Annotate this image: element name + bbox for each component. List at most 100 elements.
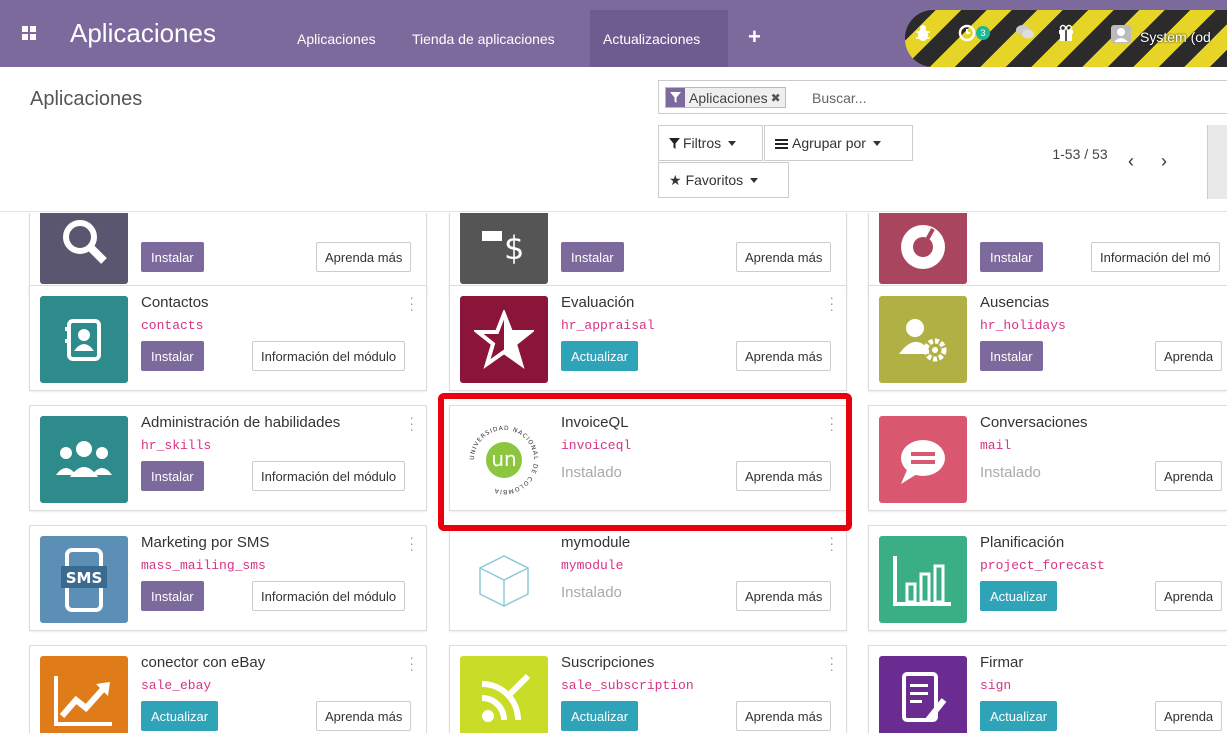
install-button[interactable]: Instalar	[980, 242, 1043, 272]
learn-more-button[interactable]: Aprenda	[1155, 341, 1223, 371]
app-root: Aplicaciones Aplicaciones Tienda de apli…	[0, 0, 1227, 733]
app-technical-name: sign	[980, 678, 1012, 693]
app-brand[interactable]: Aplicaciones	[70, 18, 216, 49]
installed-label: Instalado	[561, 584, 622, 601]
filters-label: Filtros	[683, 135, 722, 151]
update-button[interactable]: Actualizar	[561, 701, 639, 731]
user-gear-icon	[879, 296, 967, 383]
pager-prev-icon[interactable]: ‹	[1128, 151, 1134, 172]
breadcrumb-title: Aplicaciones	[30, 88, 143, 110]
bar-chart-icon	[879, 536, 967, 623]
search-bar[interactable]: Aplicaciones ✖	[658, 80, 1227, 114]
install-button[interactable]: Instalar	[561, 242, 624, 272]
app-card[interactable]: Instalar Información del mó	[868, 213, 1227, 292]
app-card[interactable]: Contactos contacts · · · Instalar Informac…	[29, 285, 427, 391]
search-facet[interactable]: Aplicaciones ✖	[665, 87, 786, 108]
team-icon	[40, 416, 128, 503]
learn-more-button[interactable]: Aprenda	[1155, 701, 1223, 731]
app-name: Contactos	[141, 294, 209, 311]
app-name: Planificación	[980, 534, 1065, 551]
learn-more-button[interactable]: Aprenda más	[736, 341, 832, 371]
card-menu-icon[interactable]: · · ·	[409, 530, 414, 556]
magnifier-icon	[40, 213, 128, 284]
view-switcher[interactable]	[1207, 125, 1227, 199]
app-card[interactable]: mymodule mymodule · · · Instalado Aprenda …	[449, 525, 847, 631]
learn-more-button[interactable]: Aprenda más	[316, 242, 412, 272]
install-button[interactable]: Instalar	[980, 341, 1043, 371]
card-menu-icon[interactable]: · · ·	[829, 290, 834, 316]
learn-more-button[interactable]: Aprenda	[1155, 581, 1223, 611]
card-menu-icon[interactable]: · · ·	[829, 650, 834, 676]
groupby-button[interactable]: Agrupar por	[764, 125, 913, 161]
nav-app-store[interactable]: Tienda de aplicaciones	[412, 31, 555, 47]
app-card[interactable]: Evaluación hr_appraisal · · · Actualizar A…	[449, 285, 847, 391]
update-button[interactable]: Actualizar	[561, 341, 639, 371]
card-menu-icon[interactable]: · · ·	[409, 650, 414, 676]
app-technical-name: mymodule	[561, 558, 624, 573]
app-name: Firmar	[980, 654, 1024, 671]
app-name: conector con eBay	[141, 654, 266, 671]
caret-down-icon	[728, 140, 737, 146]
app-technical-name: mass_mailing_sms	[141, 558, 266, 573]
card-menu-icon[interactable]: · · ·	[409, 410, 414, 436]
sms-text: SMS	[66, 569, 103, 587]
update-button[interactable]: Actualizar	[980, 581, 1058, 611]
app-technical-name: mail	[980, 438, 1012, 453]
filters-button[interactable]: Filtros	[658, 125, 763, 161]
bug-icon[interactable]	[915, 24, 931, 47]
facet-remove-icon[interactable]: ✖	[771, 91, 785, 105]
update-button[interactable]: Actualizar	[141, 701, 219, 731]
user-name[interactable]: System (od	[1140, 29, 1211, 45]
activity-clock-icon[interactable]	[958, 24, 976, 47]
app-technical-name: sale_ebay	[141, 678, 212, 693]
learn-more-button[interactable]: Aprenda más	[736, 701, 832, 731]
facet-label: Aplicaciones	[689, 89, 768, 106]
app-card[interactable]: Firmar sign Actualizar Aprenda	[868, 645, 1227, 733]
nav-updates[interactable]: Actualizaciones	[603, 31, 700, 47]
app-card[interactable]: Instalar Aprenda más	[29, 213, 427, 292]
favorites-button[interactable]: ★ Favoritos	[658, 162, 789, 198]
sms-phone-icon: SMS	[40, 536, 128, 623]
module-info-button[interactable]: Información del módulo	[252, 341, 406, 371]
trend-up-icon	[40, 656, 128, 733]
search-input[interactable]	[812, 87, 1112, 108]
install-button[interactable]: Instalar	[141, 341, 204, 371]
app-technical-name: hr_holidays	[980, 318, 1066, 333]
pager-next-icon[interactable]: ›	[1161, 151, 1167, 172]
app-card[interactable]: Suscripciones sale_subscription · · · Actu…	[449, 645, 847, 733]
chat-icon[interactable]	[1015, 24, 1035, 45]
app-card[interactable]: conector con eBay sale_ebay · · · Actualiz…	[29, 645, 427, 733]
update-button[interactable]: Actualizar	[980, 701, 1058, 731]
app-card[interactable]: $ Instalar Aprenda más	[449, 213, 847, 292]
install-button[interactable]: Instalar	[141, 581, 204, 611]
user-avatar-icon[interactable]	[1110, 24, 1132, 49]
learn-more-button[interactable]: Aprenda más	[736, 581, 832, 611]
card-menu-icon[interactable]: · · ·	[409, 290, 414, 316]
nav-plus-button[interactable]: +	[748, 24, 761, 50]
chat-bubble-icon	[879, 416, 967, 503]
module-info-button[interactable]: Información del módulo	[252, 581, 406, 611]
rss-pen-icon	[460, 656, 548, 733]
app-name: Administración de habilidades	[141, 414, 341, 431]
app-technical-name: sale_subscription	[561, 678, 694, 693]
app-card[interactable]: Administración de habilidades hr_skills …	[29, 405, 427, 511]
pager-value[interactable]: 1-53 / 53	[1040, 144, 1120, 164]
nav-apps[interactable]: Aplicaciones	[297, 31, 376, 47]
module-info-button[interactable]: Información del mó	[1091, 242, 1220, 272]
learn-more-button[interactable]: Aprenda	[1155, 461, 1223, 491]
caret-down-icon	[750, 177, 759, 183]
app-card[interactable]: Planificación project_forecast Actualiza…	[868, 525, 1227, 631]
learn-more-button[interactable]: Aprenda más	[736, 242, 832, 272]
card-menu-icon[interactable]: · · ·	[829, 530, 834, 556]
app-card[interactable]: Ausencias hr_holidays Instalar Aprenda	[868, 285, 1227, 391]
learn-more-button[interactable]: Aprenda más	[316, 701, 412, 731]
app-card[interactable]: SMS Marketing por SMS mass_mailing_sms ·…	[29, 525, 427, 631]
install-button[interactable]: Instalar	[141, 461, 204, 491]
address-book-icon	[40, 296, 128, 383]
apps-grid-icon[interactable]	[22, 26, 36, 40]
install-button[interactable]: Instalar	[141, 242, 204, 272]
gift-icon[interactable]	[1058, 24, 1074, 47]
module-info-button[interactable]: Información del módulo	[252, 461, 406, 491]
app-card[interactable]: Conversaciones mail Instalado Aprenda	[868, 405, 1227, 511]
app-name: Suscripciones	[561, 654, 655, 671]
